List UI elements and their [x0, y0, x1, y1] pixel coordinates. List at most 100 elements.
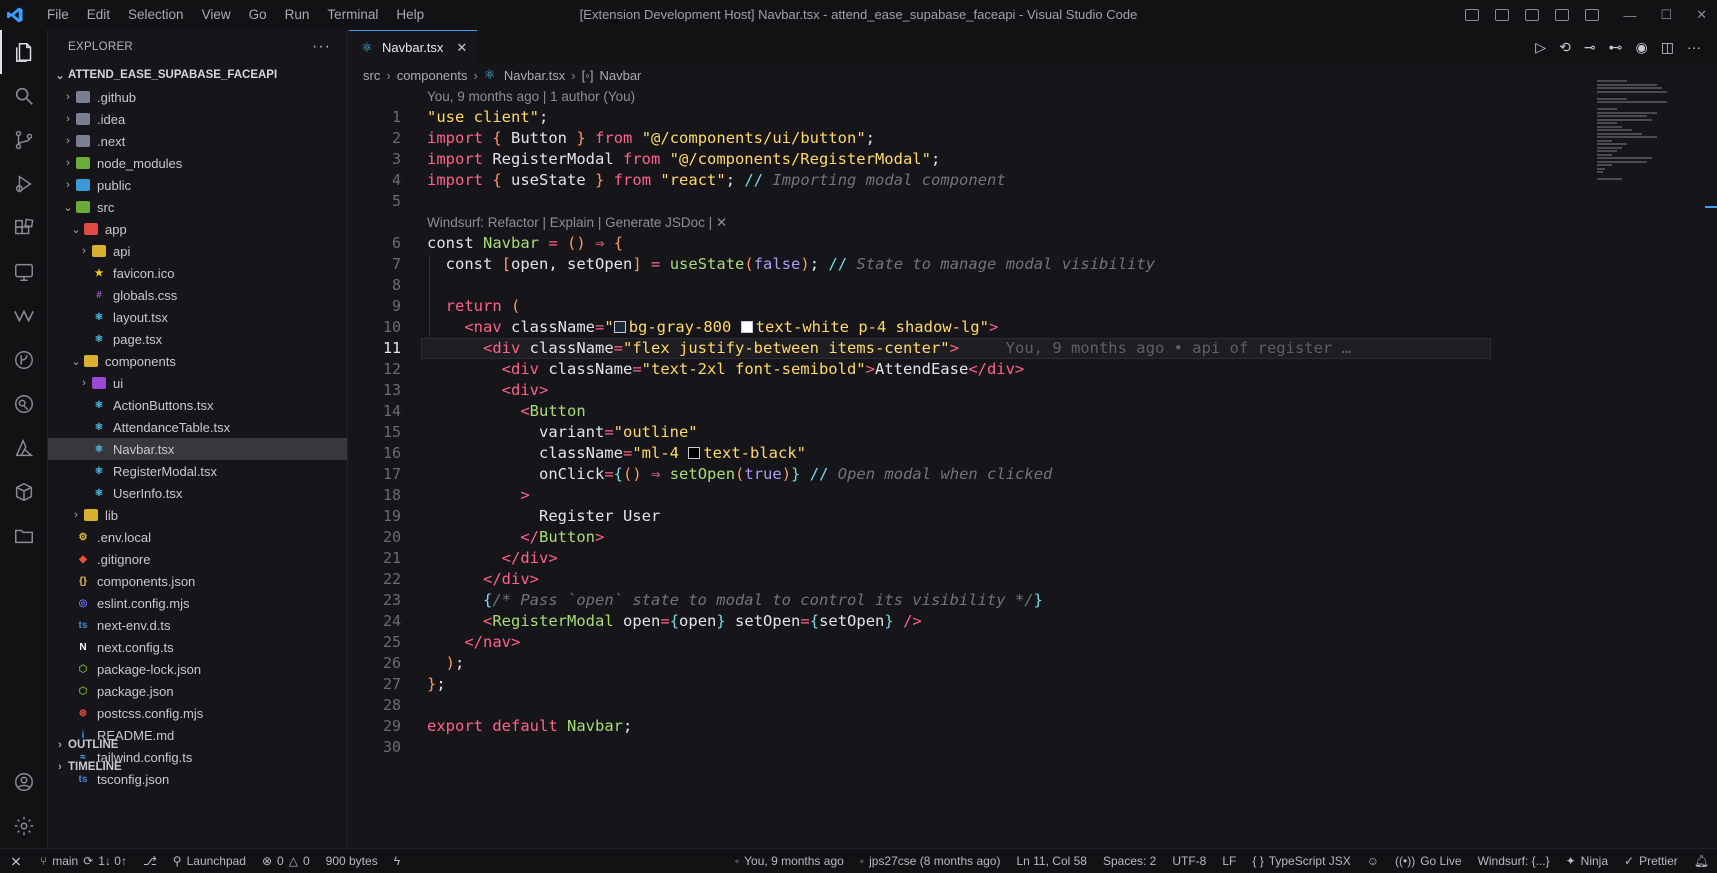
menu-terminal[interactable]: Terminal [318, 0, 387, 30]
more-actions-icon[interactable]: ··· [312, 38, 331, 56]
tree-file[interactable]: ⚛ page.tsx [48, 328, 347, 350]
code-line[interactable]: 15 variant="outline" [349, 422, 1589, 443]
tree-folder[interactable]: › .idea [48, 108, 347, 130]
next-revision-icon[interactable]: ⊷ [1609, 39, 1623, 56]
tree-folder[interactable]: › api [48, 240, 347, 262]
tree-folder[interactable]: ⌄ src [48, 196, 347, 218]
code-line[interactable]: 5 [349, 191, 1589, 212]
windsurf-icon[interactable] [0, 294, 48, 338]
code-line[interactable]: 27}; [349, 674, 1589, 695]
code-line[interactable]: 12 <div className="text-2xl font-semibol… [349, 359, 1589, 380]
code-line[interactable]: 18 > [349, 485, 1589, 506]
blame-header[interactable]: You, 9 months ago | 1 author (You) [349, 86, 1589, 107]
tree-file[interactable]: ⬡ package.json [48, 680, 347, 702]
launchpad-status[interactable]: ⚲ Launchpad [165, 854, 254, 868]
close-window-icon[interactable]: ✕ [1696, 7, 1707, 23]
explorer-icon[interactable] [0, 30, 48, 74]
toggle-panel-icon[interactable] [1555, 9, 1570, 21]
code-line[interactable]: 28 [349, 695, 1589, 716]
notifications-icon[interactable]: 🔔︎ [1686, 854, 1717, 868]
code-line[interactable]: 20 </Button> [349, 527, 1589, 548]
windsurf-codelens[interactable]: Windsurf: Refactor | Explain | Generate … [349, 212, 1589, 233]
breadcrumb-src[interactable]: src [363, 68, 380, 83]
tree-file[interactable]: Nnext.config.ts [48, 636, 347, 658]
breadcrumb-symbol[interactable]: Navbar [599, 68, 641, 83]
code-line[interactable]: 26 ); [349, 653, 1589, 674]
database-icon[interactable] [0, 470, 48, 514]
code-line[interactable]: 23 {/* Pass `open` state to modal to con… [349, 590, 1589, 611]
project-manager-icon[interactable] [0, 514, 48, 558]
copilot-icon[interactable]: ☺ [1359, 854, 1387, 868]
code-line[interactable]: 2 import { Button } from "@/components/ui… [349, 128, 1589, 149]
tree-file[interactable]: ⚛ layout.tsx [48, 306, 347, 328]
editor-more-icon[interactable]: ··· [1687, 39, 1701, 55]
code-line[interactable]: 19 Register User [349, 506, 1589, 527]
menu-file[interactable]: File [38, 0, 78, 30]
menu-view[interactable]: View [193, 0, 240, 30]
tree-file[interactable]: ★ favicon.ico [48, 262, 347, 284]
tree-folder[interactable]: ⌄ components [48, 350, 347, 372]
gitlens-status-icon[interactable]: ⎇ [135, 854, 165, 868]
code-line[interactable]: 22 </div> [349, 569, 1589, 590]
settings-gear-icon[interactable] [0, 804, 48, 848]
tree-file[interactable]: ts next-env.d.ts [48, 614, 347, 636]
tree-file[interactable]: ◆ .gitignore [48, 548, 347, 570]
code-line[interactable]: 4 import { useState } from "react"; // Im… [349, 170, 1589, 191]
tree-file[interactable]: ⚛ AttendanceTable.tsx [48, 416, 347, 438]
tree-file[interactable]: ⚛ UserInfo.tsx [48, 482, 347, 504]
file-size[interactable]: 900 bytes [318, 854, 386, 868]
tree-file[interactable]: # globals.css [48, 284, 347, 306]
split-editor-icon[interactable]: ◫ [1661, 39, 1674, 56]
code-line-current[interactable]: 11 <div className="flex justify-between … [349, 338, 1589, 359]
minimize-icon[interactable]: — [1623, 8, 1636, 23]
code-line[interactable]: 6 const Navbar = () ⇒ { [349, 233, 1589, 254]
branch-status[interactable]: ⑂ main ⟳ 1↓ 0↑ [32, 854, 135, 868]
prettier-status[interactable]: ✓ Prettier [1616, 854, 1686, 868]
tree-folder[interactable]: › .next [48, 130, 347, 152]
tree-file[interactable]: ⚛ ActionButtons.tsx [48, 394, 347, 416]
run-file-icon[interactable]: ▷ [1535, 39, 1546, 56]
menu-run[interactable]: Run [276, 0, 319, 30]
blame-status[interactable]: ◦ You, 9 months ago [727, 854, 852, 868]
indentation[interactable]: Spaces: 2 [1095, 854, 1164, 868]
toggle-secondary-sidebar-icon[interactable] [1585, 9, 1600, 21]
layout-customize-icon[interactable] [1495, 9, 1510, 21]
code-line[interactable]: 13 <div> [349, 380, 1589, 401]
problems-status[interactable]: ⊗ 0 △ 0 [254, 854, 318, 868]
tree-file[interactable]: {} components.json [48, 570, 347, 592]
timeline-section[interactable]: › TIMELINE [48, 756, 348, 778]
lightning-icon[interactable]: ϟ [386, 854, 408, 868]
maximize-icon[interactable]: ☐ [1660, 7, 1672, 23]
tree-file[interactable]: ⊛ postcss.config.mjs [48, 702, 347, 724]
language-mode[interactable]: { } TypeScript JSX [1244, 854, 1358, 868]
code-line[interactable]: 14 <Button [349, 401, 1589, 422]
tree-folder[interactable]: › ui [48, 372, 347, 394]
remote-explorer-icon[interactable] [0, 250, 48, 294]
tree-folder[interactable]: › node_modules [48, 152, 347, 174]
git-graph-icon[interactable] [0, 338, 48, 382]
tree-folder[interactable]: › public [48, 174, 347, 196]
tree-file[interactable]: ⚛ Navbar.tsx [48, 438, 347, 460]
tree-folder[interactable]: › lib [48, 504, 347, 526]
author-status[interactable]: ◦ jps27cse (8 months ago) [852, 854, 1009, 868]
tree-file[interactable]: ⬡ package-lock.json [48, 658, 347, 680]
cursor-position[interactable]: Ln 11, Col 58 [1008, 854, 1095, 868]
code-line[interactable]: 30 [349, 737, 1589, 758]
windsurf-status[interactable]: Windsurf: {...} [1470, 854, 1558, 868]
code-line[interactable]: 10 <nav className=" bg-gray-800 text-whit… [349, 317, 1589, 338]
code-line[interactable]: 7 const [open, setOpen] = useState(false… [349, 254, 1589, 275]
project-root[interactable]: ⌄ ATTEND_EASE_SUPABASE_FACEAPI [48, 64, 347, 86]
breadcrumb-file[interactable]: Navbar.tsx [504, 68, 565, 83]
search-icon[interactable] [0, 74, 48, 118]
close-tab-icon[interactable]: ✕ [456, 40, 467, 56]
code-line[interactable]: 9 return ( [349, 296, 1589, 317]
code-line[interactable]: 24 <RegisterModal open={open} setOpen={s… [349, 611, 1589, 632]
code-line[interactable]: 29 export default Navbar; [349, 716, 1589, 737]
azure-icon[interactable] [0, 426, 48, 470]
tab-navbar[interactable]: ⚛ Navbar.tsx ✕ [349, 30, 478, 64]
remote-indicator-icon[interactable]: ⨯ [0, 853, 32, 870]
encoding[interactable]: UTF-8 [1164, 854, 1214, 868]
go-live-status[interactable]: ((•)) Go Live [1387, 854, 1470, 868]
scrollbar-marker[interactable] [1705, 206, 1717, 208]
code-line[interactable]: 16 className="ml-4 text-black" [349, 443, 1589, 464]
